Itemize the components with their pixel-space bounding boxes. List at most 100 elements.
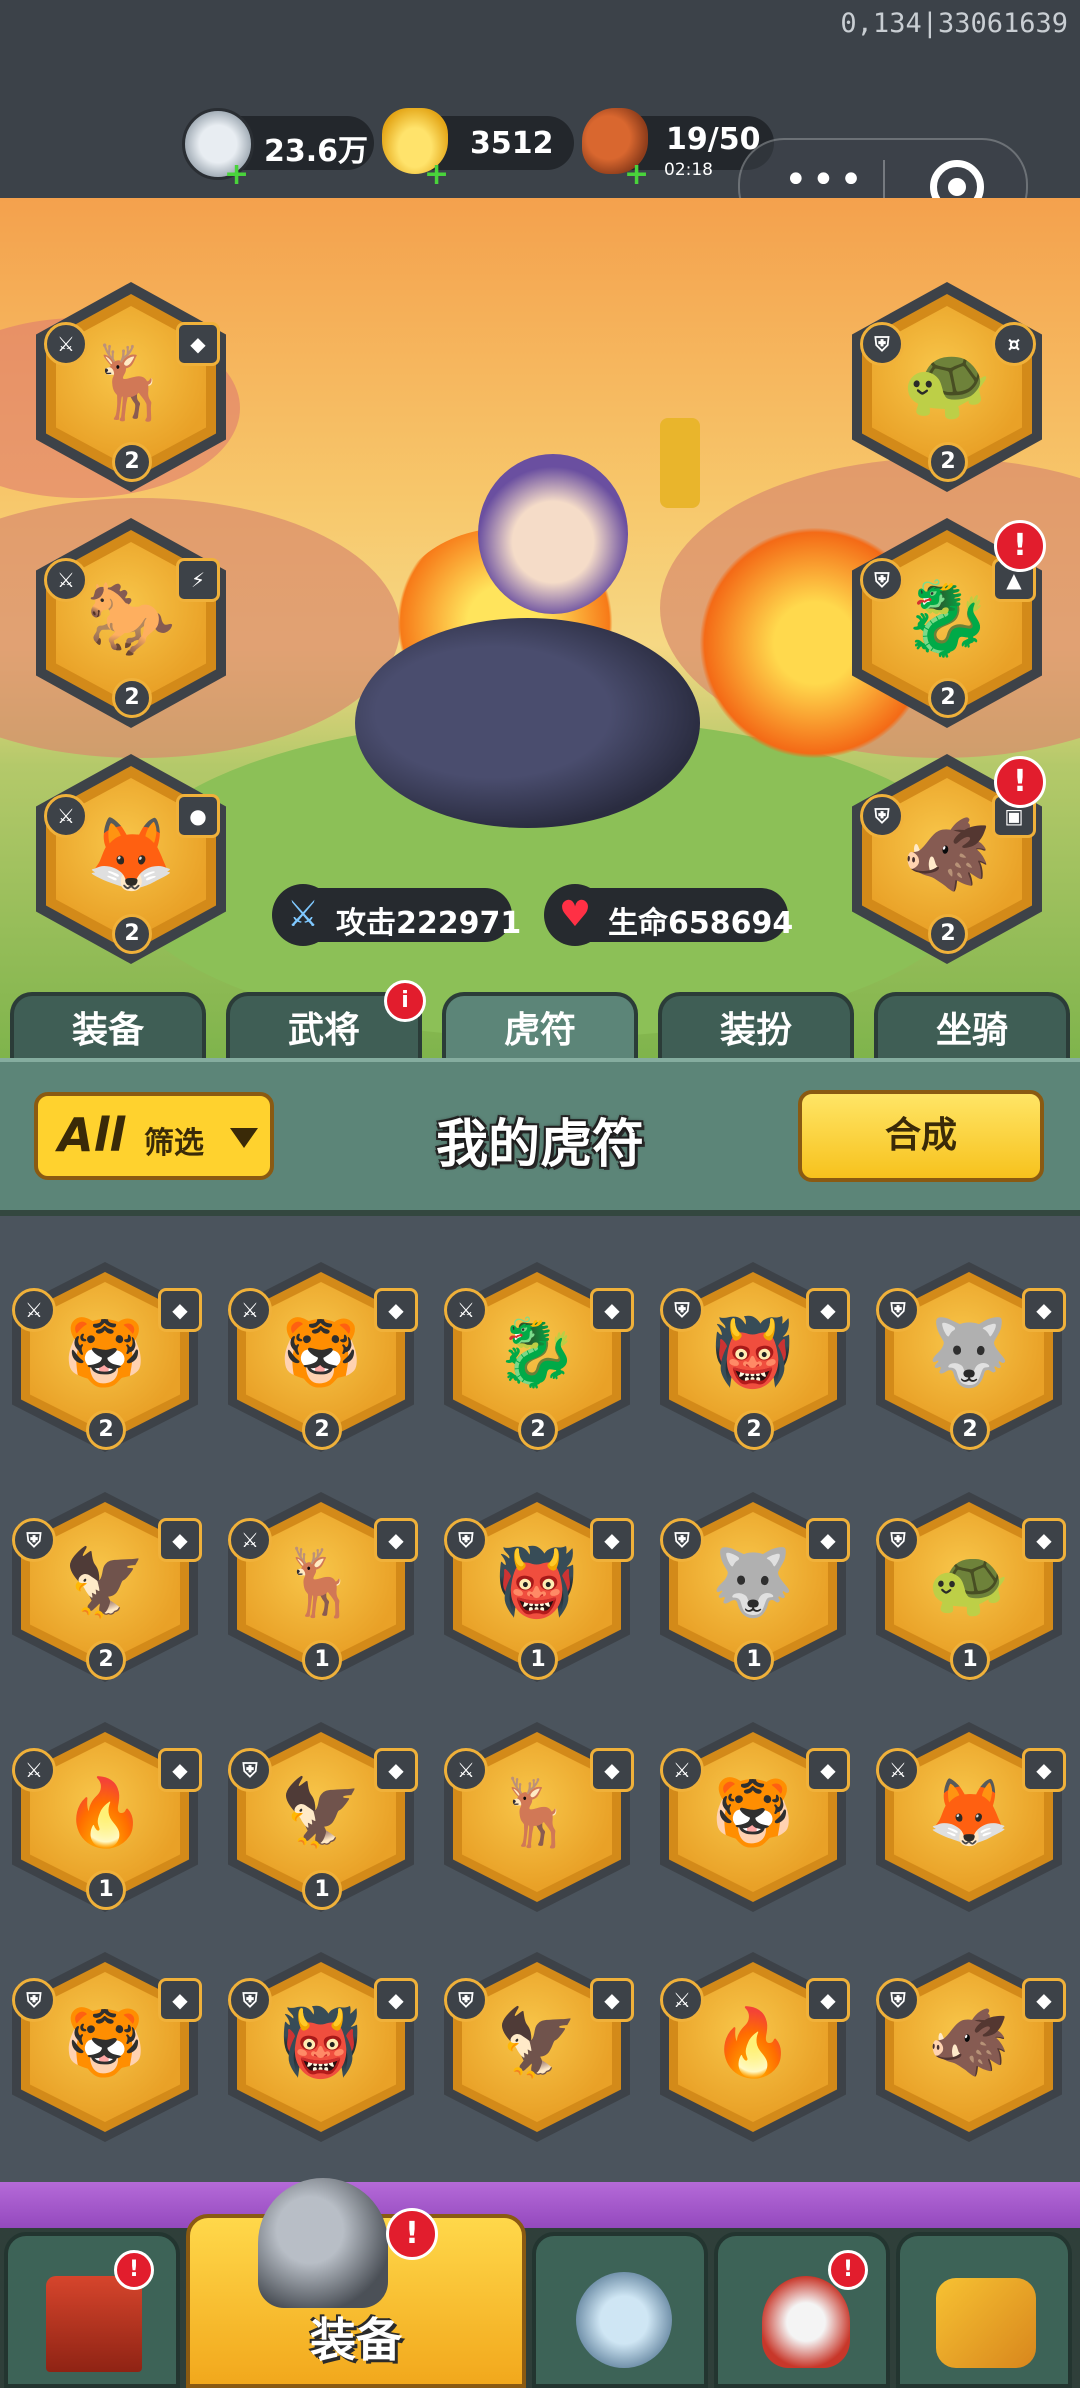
dragon-emblem-icon: 🐉 <box>495 1314 579 1391</box>
boar-emblem-icon: 🐗 <box>927 2004 1011 2081</box>
item-level-badge: 1 <box>734 1640 774 1680</box>
merge-button[interactable]: 合成 <box>798 1090 1044 1182</box>
tally-item[interactable]: 🐯 ⚔ ◆ 2 <box>12 1262 212 1462</box>
stamina-amount: 19/50 <box>666 122 761 157</box>
tab-badge: i <box>384 980 426 1022</box>
bonus-item-icon: ◆ <box>806 1288 850 1332</box>
nav-upgrade[interactable] <box>896 2232 1072 2388</box>
tally-item[interactable]: 🐢 ⛨ ◆ 1 <box>876 1492 1076 1692</box>
tally-item[interactable]: 🦅 ⛨ ◆ 2 <box>12 1492 212 1692</box>
equipped-slot[interactable]: 🐢 ⛨ ¤ 2 <box>852 282 1042 492</box>
bonus-item-icon: ◆ <box>158 1288 202 1332</box>
golden-scroll-icon <box>660 418 700 508</box>
sword-type-icon: ⚔ <box>876 1748 920 1792</box>
nav-skills[interactable]: ! <box>714 2232 890 2388</box>
phoenix-emblem-icon: 🦅 <box>279 1774 363 1851</box>
bonus-item-icon: ◆ <box>176 322 220 366</box>
slot-level-badge: 2 <box>112 914 152 954</box>
tally-item[interactable]: 🐯 ⚔ ◆ 2 <box>228 1262 428 1462</box>
bonus-item-icon: ◆ <box>374 1288 418 1332</box>
gold-counter[interactable]: + 3512 <box>382 108 574 190</box>
alert-badge: ! <box>994 520 1046 572</box>
bonus-item-icon: ◆ <box>806 1748 850 1792</box>
equipped-slot[interactable]: 🐉 ⛨ ▲ 2 ! <box>852 518 1046 728</box>
bonus-item-icon: ◆ <box>590 1748 634 1792</box>
bonus-item-icon: ◆ <box>1022 1288 1066 1332</box>
silver-counter[interactable]: + 23.6万 <box>182 108 374 190</box>
equipped-slot[interactable]: 🦌 ⚔ ◆ 2 <box>36 282 226 492</box>
sword-type-icon: ⚔ <box>228 1288 272 1332</box>
fist-upgrade-icon <box>936 2278 1036 2368</box>
tally-item[interactable]: 🦌 ⚔ ◆ <box>444 1722 644 1922</box>
tally-item[interactable]: 🐺 ⛨ ◆ 1 <box>660 1492 860 1692</box>
shield-type-icon: ⛨ <box>228 1978 272 2022</box>
shield-type-icon: ⛨ <box>860 322 904 366</box>
tally-item[interactable]: 🐯 ⛨ ◆ <box>12 1952 212 2152</box>
sword-type-icon: ⚔ <box>660 1978 704 2022</box>
tally-item[interactable]: 🔥 ⚔ ◆ <box>660 1952 860 2152</box>
tally-item[interactable]: 🦊 ⚔ ◆ <box>876 1722 1076 1922</box>
tab-costume[interactable]: 装扮 <box>658 992 854 1058</box>
tab-mount[interactable]: 坐骑 <box>874 992 1070 1058</box>
nav-equipment[interactable]: ! 装备 <box>186 2178 526 2388</box>
tally-item[interactable]: 👹 ⛨ ◆ <box>228 1952 428 2152</box>
equipped-slot[interactable]: 🐗 ⛨ ▣ 2 ! <box>852 754 1046 964</box>
helmet-icon <box>258 2178 388 2308</box>
shield-type-icon: ⛨ <box>660 1288 704 1332</box>
tally-item[interactable]: 🔥 ⚔ ◆ 1 <box>12 1722 212 1922</box>
bonus-item-icon: ◆ <box>806 1978 850 2022</box>
nav-main-city[interactable]: ! <box>4 2232 180 2388</box>
item-level-badge: 1 <box>86 1870 126 1910</box>
tally-item[interactable]: 🦅 ⛨ ◆ <box>444 1952 644 2152</box>
bonus-item-icon: ◆ <box>1022 1978 1066 2022</box>
bonus-item-icon: ◆ <box>590 1288 634 1332</box>
item-level-badge: 1 <box>302 1640 342 1680</box>
bonus-item-icon: ◆ <box>590 1978 634 2022</box>
slot-level-badge: 2 <box>928 914 968 954</box>
add-stamina-icon[interactable]: + <box>624 160 649 190</box>
tally-item[interactable]: 👹 ⛨ ◆ 2 <box>660 1262 860 1462</box>
turtle-emblem-icon: 🐢 <box>927 1544 1011 1621</box>
slot-level-badge: 2 <box>928 442 968 482</box>
tally-item[interactable]: 🦅 ⛨ ◆ 1 <box>228 1722 428 1922</box>
tally-item[interactable]: 👹 ⛨ ◆ 1 <box>444 1492 644 1692</box>
mount-creature <box>355 618 700 828</box>
tab-equipment[interactable]: 装备 <box>10 992 206 1058</box>
tab-tiger-tally[interactable]: 虎符 <box>442 992 638 1058</box>
bonus-item-icon: ◆ <box>1022 1518 1066 1562</box>
gate-tower-icon <box>46 2276 142 2372</box>
tally-item[interactable]: 🦌 ⚔ ◆ 1 <box>228 1492 428 1692</box>
stamina-timer: 02:18 <box>664 160 713 180</box>
mask-emblem-icon: 👹 <box>711 1314 795 1391</box>
bonus-item-icon: ◆ <box>374 1978 418 2022</box>
item-level-badge: 1 <box>518 1640 558 1680</box>
attack-stat: ⚔ 攻击222971 <box>272 884 521 946</box>
turtle-emblem-icon: 🐢 <box>902 340 992 424</box>
shield-type-icon: ⛨ <box>860 558 904 602</box>
tally-item[interactable]: 🐯 ⚔ ◆ <box>660 1722 860 1922</box>
shield-type-icon: ⛨ <box>876 1978 920 2022</box>
scroll-stars-icon <box>762 2276 850 2368</box>
heart-icon: ♥ <box>544 884 606 946</box>
bonus-item-icon: ◆ <box>374 1518 418 1562</box>
tally-item[interactable]: 🐉 ⚔ ◆ 2 <box>444 1262 644 1462</box>
shield-type-icon: ⛨ <box>444 1978 488 2022</box>
coin-item-icon: ¤ <box>992 322 1036 366</box>
item-level-badge: 2 <box>86 1640 126 1680</box>
add-silver-icon[interactable]: + <box>224 160 249 190</box>
add-gold-icon[interactable]: + <box>424 160 449 190</box>
nut-item-icon: ● <box>176 794 220 838</box>
alert-badge: ! <box>828 2250 868 2290</box>
shield-type-icon: ⛨ <box>860 794 904 838</box>
sword-type-icon: ⚔ <box>12 1748 56 1792</box>
tally-item[interactable]: 🐺 ⛨ ◆ 2 <box>876 1262 1076 1462</box>
bonus-item-icon: ◆ <box>374 1748 418 1792</box>
equipped-slot[interactable]: 🦊 ⚔ ● 2 <box>36 754 226 964</box>
more-options-icon[interactable]: ••• <box>784 160 867 200</box>
bonus-item-icon: ◆ <box>806 1518 850 1562</box>
equipped-slot[interactable]: 🐎 ⚔ ⚡ 2 <box>36 518 226 728</box>
flame-emblem-icon: 🔥 <box>63 1774 147 1851</box>
tally-item[interactable]: 🐗 ⛨ ◆ <box>876 1952 1076 2152</box>
shield-type-icon: ⛨ <box>12 1518 56 1562</box>
nav-battle[interactable] <box>532 2232 708 2388</box>
